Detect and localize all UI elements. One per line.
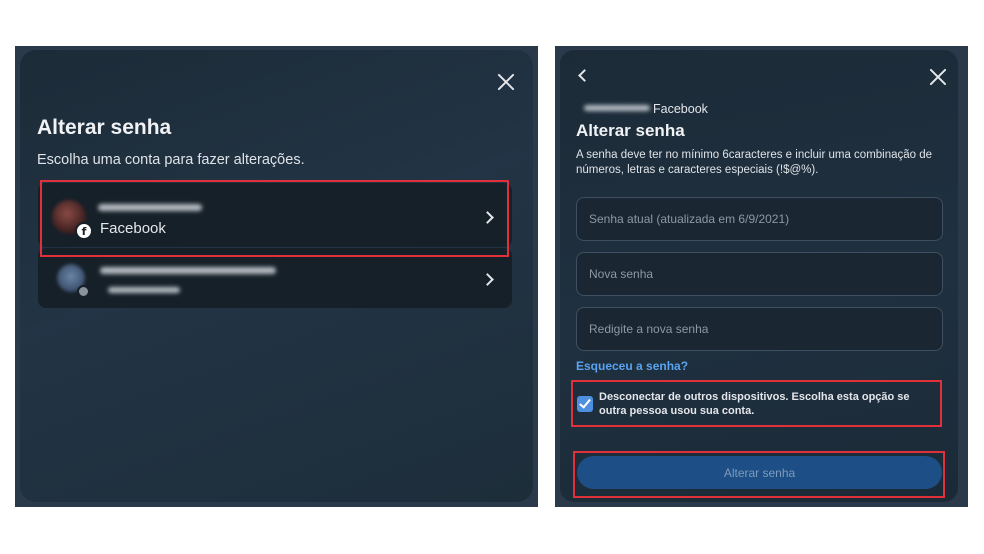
password-requirements: A senha deve ter no mínimo 6caracteres e… <box>576 149 933 176</box>
highlight-annotation <box>573 451 945 498</box>
new-password-input[interactable] <box>576 252 943 296</box>
retype-password-input[interactable] <box>576 307 943 351</box>
dialog-title: Alterar senha <box>576 121 685 140</box>
account-item-facebook[interactable] <box>38 183 512 247</box>
account-item-instagram[interactable] <box>38 248 512 308</box>
current-password-input[interactable] <box>576 197 943 241</box>
redacted-account-type <box>108 287 180 293</box>
close-icon[interactable] <box>495 71 517 93</box>
instagram-icon <box>77 285 90 298</box>
dialog-subtitle: Escolha uma conta para fazer alterações. <box>37 152 305 168</box>
forgot-password-link[interactable]: Esqueceu a senha? <box>576 359 688 373</box>
close-icon[interactable] <box>927 66 945 84</box>
redacted-account-name <box>98 204 202 211</box>
redacted-account-name <box>100 267 276 274</box>
account-item-label: Facebook <box>100 220 166 237</box>
dialog-title: Alterar senha <box>37 116 172 139</box>
redacted-account-name <box>584 105 650 111</box>
facebook-icon: f <box>75 222 93 240</box>
account-label: Facebook <box>653 102 708 116</box>
highlight-annotation <box>571 380 942 427</box>
